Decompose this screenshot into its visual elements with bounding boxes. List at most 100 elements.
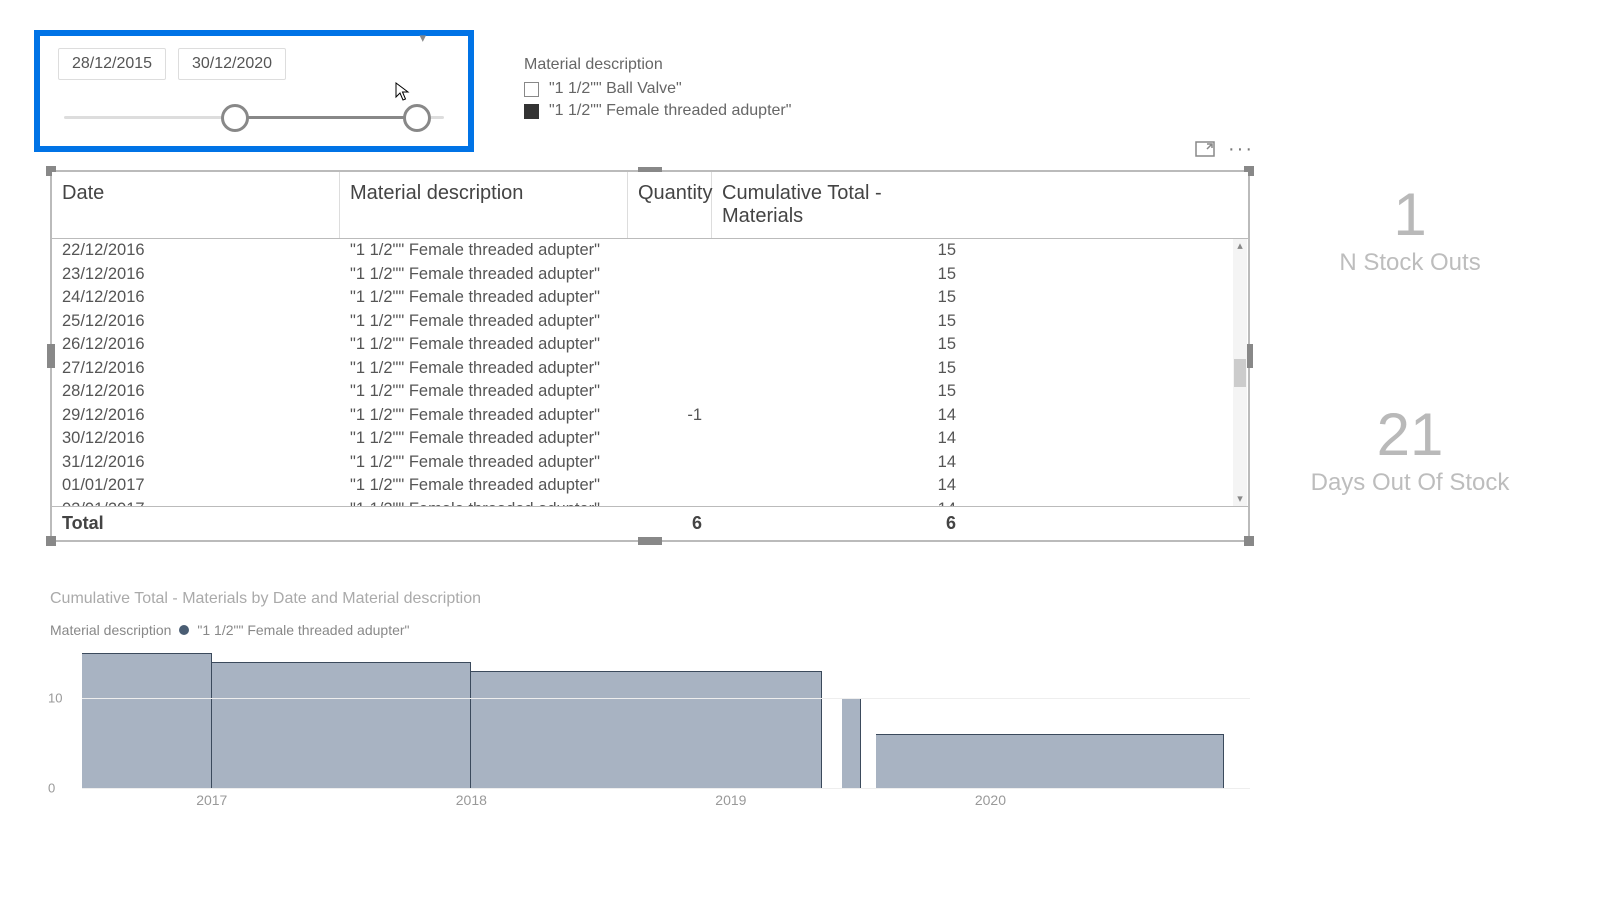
material-option-label: "1 1/2"" Ball Valve" xyxy=(549,80,682,98)
y-axis-tick: 10 xyxy=(48,691,62,706)
cell-cumulative: 15 xyxy=(712,333,966,356)
cell-cumulative: 14 xyxy=(712,451,966,474)
cell-cumulative: 14 xyxy=(712,404,966,427)
cell-quantity xyxy=(628,460,712,464)
table-row[interactable]: 27/12/2016"1 1/2"" Female threaded adupt… xyxy=(52,357,1248,381)
date-end-input[interactable]: 30/12/2020 xyxy=(178,48,286,80)
cell-quantity: -1 xyxy=(628,404,712,427)
material-description-slicer[interactable]: Material description "1 1/2"" Ball Valve… xyxy=(524,56,791,124)
material-option[interactable]: "1 1/2"" Female threaded adupter" xyxy=(524,102,791,120)
cell-quantity xyxy=(628,343,712,347)
legend-field-label: Material description xyxy=(50,622,171,638)
materials-table-visual[interactable]: ··· Date Material description Quantity C… xyxy=(50,170,1250,542)
cell-material: "1 1/2"" Female threaded adupter" xyxy=(340,451,628,474)
more-options-icon[interactable]: ··· xyxy=(1230,140,1252,158)
kpi-value: 1 xyxy=(1270,185,1550,245)
slider-handle-end[interactable] xyxy=(403,104,431,132)
cell-material: "1 1/2"" Female threaded adupter" xyxy=(340,380,628,403)
cell-material: "1 1/2"" Female threaded adupter" xyxy=(340,263,628,286)
cell-quantity xyxy=(628,249,712,253)
table-row[interactable]: 29/12/2016"1 1/2"" Female threaded adupt… xyxy=(52,404,1248,428)
chart-plot-area[interactable]: 2017201820192020 010 xyxy=(50,644,1250,804)
column-header-date[interactable]: Date xyxy=(52,172,340,238)
footer-total-label: Total xyxy=(52,507,340,540)
table-row[interactable]: 28/12/2016"1 1/2"" Female threaded adupt… xyxy=(52,380,1248,404)
table-scrollbar[interactable]: ▴ ▾ xyxy=(1233,239,1247,506)
kpi-value: 21 xyxy=(1270,405,1550,465)
cell-cumulative: 15 xyxy=(712,357,966,380)
table-row[interactable]: 22/12/2016"1 1/2"" Female threaded adupt… xyxy=(52,239,1248,263)
material-option-label: "1 1/2"" Female threaded adupter" xyxy=(549,102,791,120)
cell-cumulative: 14 xyxy=(712,474,966,497)
cell-material: "1 1/2"" Female threaded adupter" xyxy=(340,333,628,356)
date-range-slider[interactable] xyxy=(64,104,444,132)
cell-cumulative: 15 xyxy=(712,263,966,286)
column-header-quantity[interactable]: Quantity xyxy=(628,172,712,238)
cell-material: "1 1/2"" Female threaded adupter" xyxy=(340,404,628,427)
table-row[interactable]: 31/12/2016"1 1/2"" Female threaded adupt… xyxy=(52,451,1248,475)
cell-cumulative: 15 xyxy=(712,380,966,403)
focus-mode-icon[interactable] xyxy=(1194,140,1216,158)
cell-date: 27/12/2016 xyxy=(52,357,340,380)
chart-step-segment xyxy=(471,671,821,788)
scrollbar-thumb[interactable] xyxy=(1234,359,1246,387)
table-row[interactable]: 02/01/2017"1 1/2"" Female threaded adupt… xyxy=(52,498,1248,507)
cell-quantity xyxy=(628,296,712,300)
column-header-cumulative[interactable]: Cumulative Total - Materials xyxy=(712,172,966,238)
kpi-label: Days Out Of Stock xyxy=(1270,469,1550,497)
x-axis-tick: 2020 xyxy=(975,792,1006,808)
slider-handle-start[interactable] xyxy=(221,104,249,132)
cell-date: 29/12/2016 xyxy=(52,404,340,427)
table-row[interactable]: 26/12/2016"1 1/2"" Female threaded adupt… xyxy=(52,333,1248,357)
scroll-up-icon[interactable]: ▴ xyxy=(1233,239,1247,253)
cell-quantity xyxy=(628,272,712,276)
footer-total-quantity: 6 xyxy=(628,507,712,540)
material-slicer-title: Material description xyxy=(524,56,791,74)
kpi-label: N Stock Outs xyxy=(1270,249,1550,277)
table-row[interactable]: 24/12/2016"1 1/2"" Female threaded adupt… xyxy=(52,286,1248,310)
table-body: 22/12/2016"1 1/2"" Female threaded adupt… xyxy=(52,239,1248,506)
date-slicer[interactable]: ▾ 28/12/2015 30/12/2020 xyxy=(34,30,474,152)
cell-date: 26/12/2016 xyxy=(52,333,340,356)
cell-cumulative: 14 xyxy=(712,427,966,450)
cell-date: 31/12/2016 xyxy=(52,451,340,474)
cell-cumulative: 15 xyxy=(712,310,966,333)
gridline xyxy=(82,788,1250,789)
kpi-days-out-of-stock[interactable]: 21 Days Out Of Stock xyxy=(1270,405,1550,497)
table-row[interactable]: 25/12/2016"1 1/2"" Female threaded adupt… xyxy=(52,310,1248,334)
cell-material: "1 1/2"" Female threaded adupter" xyxy=(340,286,628,309)
table-row[interactable]: 01/01/2017"1 1/2"" Female threaded adupt… xyxy=(52,474,1248,498)
table-row[interactable]: 30/12/2016"1 1/2"" Female threaded adupt… xyxy=(52,427,1248,451)
cell-quantity xyxy=(628,366,712,370)
cell-quantity xyxy=(628,437,712,441)
y-axis-tick: 0 xyxy=(48,781,55,796)
cell-date: 25/12/2016 xyxy=(52,310,340,333)
legend-series-name: "1 1/2"" Female threaded adupter" xyxy=(197,622,409,638)
cell-material: "1 1/2"" Female threaded adupter" xyxy=(340,474,628,497)
cell-date: 23/12/2016 xyxy=(52,263,340,286)
date-start-input[interactable]: 28/12/2015 xyxy=(58,48,166,80)
chart-title: Cumulative Total - Materials by Date and… xyxy=(50,590,1250,608)
mouse-cursor-icon xyxy=(395,82,411,102)
checkbox-icon[interactable] xyxy=(524,104,539,119)
x-axis-tick: 2018 xyxy=(456,792,487,808)
footer-total-cumulative: 6 xyxy=(712,507,966,540)
cell-material: "1 1/2"" Female threaded adupter" xyxy=(340,357,628,380)
slider-active-range xyxy=(235,116,417,119)
table-header-row: Date Material description Quantity Cumul… xyxy=(52,172,1248,239)
column-header-material[interactable]: Material description xyxy=(340,172,628,238)
x-axis-tick: 2019 xyxy=(715,792,746,808)
cell-material: "1 1/2"" Female threaded adupter" xyxy=(340,427,628,450)
slicer-type-icon[interactable]: ▾ xyxy=(419,30,426,46)
material-option[interactable]: "1 1/2"" Ball Valve" xyxy=(524,80,791,98)
checkbox-icon[interactable] xyxy=(524,82,539,97)
scroll-down-icon[interactable]: ▾ xyxy=(1233,492,1247,506)
chart-step-segment xyxy=(842,698,860,788)
cumulative-total-chart[interactable]: Cumulative Total - Materials by Date and… xyxy=(50,590,1250,804)
cell-quantity xyxy=(628,484,712,488)
table-row[interactable]: 23/12/2016"1 1/2"" Female threaded adupt… xyxy=(52,263,1248,287)
cell-date: 28/12/2016 xyxy=(52,380,340,403)
cell-cumulative: 15 xyxy=(712,286,966,309)
chart-legend: Material description "1 1/2"" Female thr… xyxy=(50,622,1250,638)
kpi-n-stock-outs[interactable]: 1 N Stock Outs xyxy=(1270,185,1550,277)
